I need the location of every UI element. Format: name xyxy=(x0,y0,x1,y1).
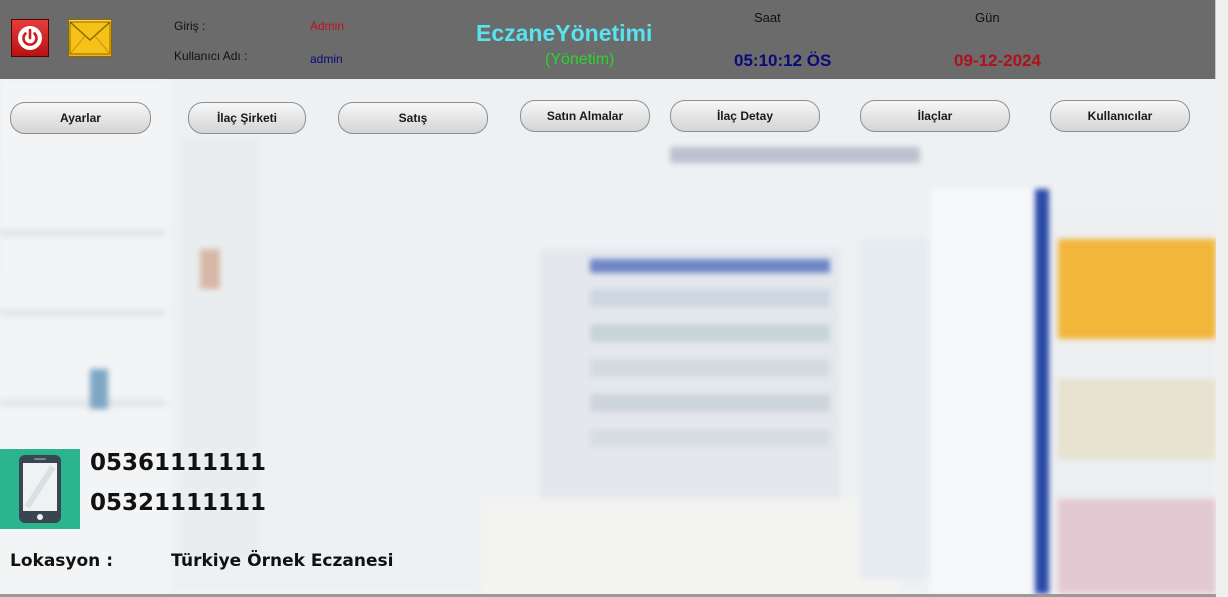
purchases-button[interactable]: Satın Almalar xyxy=(520,100,650,132)
power-icon xyxy=(18,26,42,50)
location-label: Lokasyon : xyxy=(10,551,113,571)
pharmacy-background-image xyxy=(0,79,1216,594)
location-value: Türkiye Örnek Eczanesi xyxy=(171,551,394,571)
mail-button[interactable] xyxy=(68,19,112,57)
app-subtitle: (Yönetim) xyxy=(545,51,615,68)
mail-icon xyxy=(69,21,111,55)
time-value: 05:10:12 ÖS xyxy=(734,51,832,70)
header-bar: Giriş : Admin Kullanıcı Adı : admin Ecza… xyxy=(0,0,1216,79)
phone-tile xyxy=(0,449,80,529)
username-label: Kullanıcı Adı : xyxy=(174,49,248,63)
power-button[interactable] xyxy=(11,19,49,57)
app-title: EczaneYönetimi xyxy=(476,20,653,46)
login-value: Admin xyxy=(310,19,345,33)
vertical-scrollbar[interactable] xyxy=(1215,0,1228,597)
drug-company-button[interactable]: İlaç Şirketi xyxy=(188,102,306,134)
time-label: Saat xyxy=(754,10,781,25)
background-shelves xyxy=(0,79,1216,594)
date-label: Gün xyxy=(975,10,1000,25)
settings-button[interactable]: Ayarlar xyxy=(10,102,151,134)
users-button[interactable]: Kullanıcılar xyxy=(1050,100,1190,132)
sales-button[interactable]: Satış xyxy=(338,102,488,134)
date-value: 09-12-2024 xyxy=(954,51,1041,70)
phone-number-1: 05361111111 xyxy=(90,450,267,476)
phone-number-2: 05321111111 xyxy=(90,490,267,516)
drug-detail-button[interactable]: İlaç Detay xyxy=(670,100,820,132)
drugs-button[interactable]: İlaçlar xyxy=(860,100,1010,132)
username-value: admin xyxy=(310,52,343,66)
mobile-phone-icon xyxy=(19,455,61,523)
login-label: Giriş : xyxy=(174,19,206,33)
